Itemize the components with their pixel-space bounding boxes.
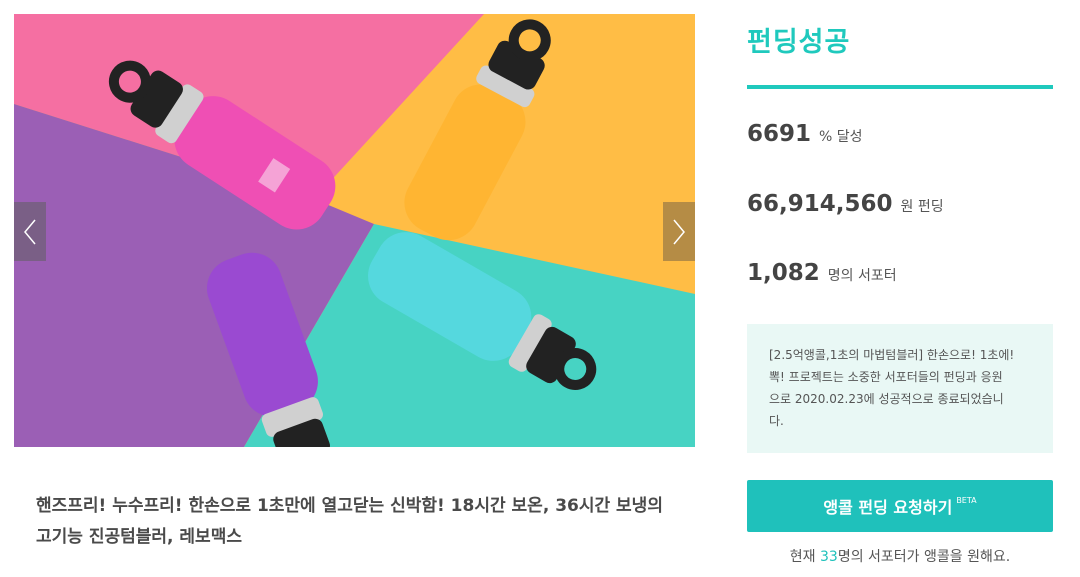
encore-count: 33 xyxy=(820,549,838,565)
encore-supporter-count: 현재 33명의 서포터가 앵콜을 원해요. xyxy=(747,546,1053,566)
chevron-right-icon xyxy=(673,219,685,244)
gallery-prev-button[interactable] xyxy=(14,202,46,261)
notice-line: 으로 2020.02.23에 성공적으로 종료되었습니 xyxy=(769,392,1004,406)
backer-count-value: 1,082 xyxy=(747,260,820,286)
product-photo xyxy=(14,14,695,447)
completion-notice: [2.5억앵콜,1초의 마법텀블러] 한손으로! 1초에! 뽁! 프로젝트는 소… xyxy=(747,324,1053,453)
achievement-value: 6691 xyxy=(747,121,812,147)
notice-line: [2.5억앵콜,1초의 마법텀블러] 한손으로! 1초에! xyxy=(769,348,1015,362)
notice-line: 뽁! 프로젝트는 소중한 서포터들의 펀딩과 응원 xyxy=(769,370,1003,384)
project-title: 핸즈프리! 누수프리! 한손으로 1초만에 열고닫는 신박함! 18시간 보온,… xyxy=(36,496,663,547)
encore-request-button[interactable]: 앵콜 펀딩 요청하기 BETA xyxy=(747,480,1053,532)
chevron-left-icon xyxy=(24,219,36,244)
encore-request-label: 앵콜 펀딩 요청하기 xyxy=(823,498,953,517)
funded-amount: 66,914,560 원 펀딩 xyxy=(747,191,944,217)
funded-amount-unit: 원 펀딩 xyxy=(900,199,944,215)
status-divider xyxy=(747,85,1053,89)
funded-amount-value: 66,914,560 xyxy=(747,191,893,217)
backer-count-unit: 명의 서포터 xyxy=(827,268,897,284)
backer-count: 1,082 명의 서포터 xyxy=(747,260,897,286)
funding-status: 펀딩성공 xyxy=(747,27,851,58)
notice-line: 다. xyxy=(769,414,784,428)
achievement-rate: 6691 % 달성 xyxy=(747,121,863,147)
encore-suffix: 명의 서포터가 앵콜을 원해요. xyxy=(837,549,1011,565)
beta-badge: BETA xyxy=(956,495,977,505)
encore-prefix: 현재 xyxy=(789,549,820,565)
gallery-next-button[interactable] xyxy=(663,202,695,261)
product-image-gallery xyxy=(14,14,695,447)
achievement-unit: % 달성 xyxy=(819,129,863,145)
